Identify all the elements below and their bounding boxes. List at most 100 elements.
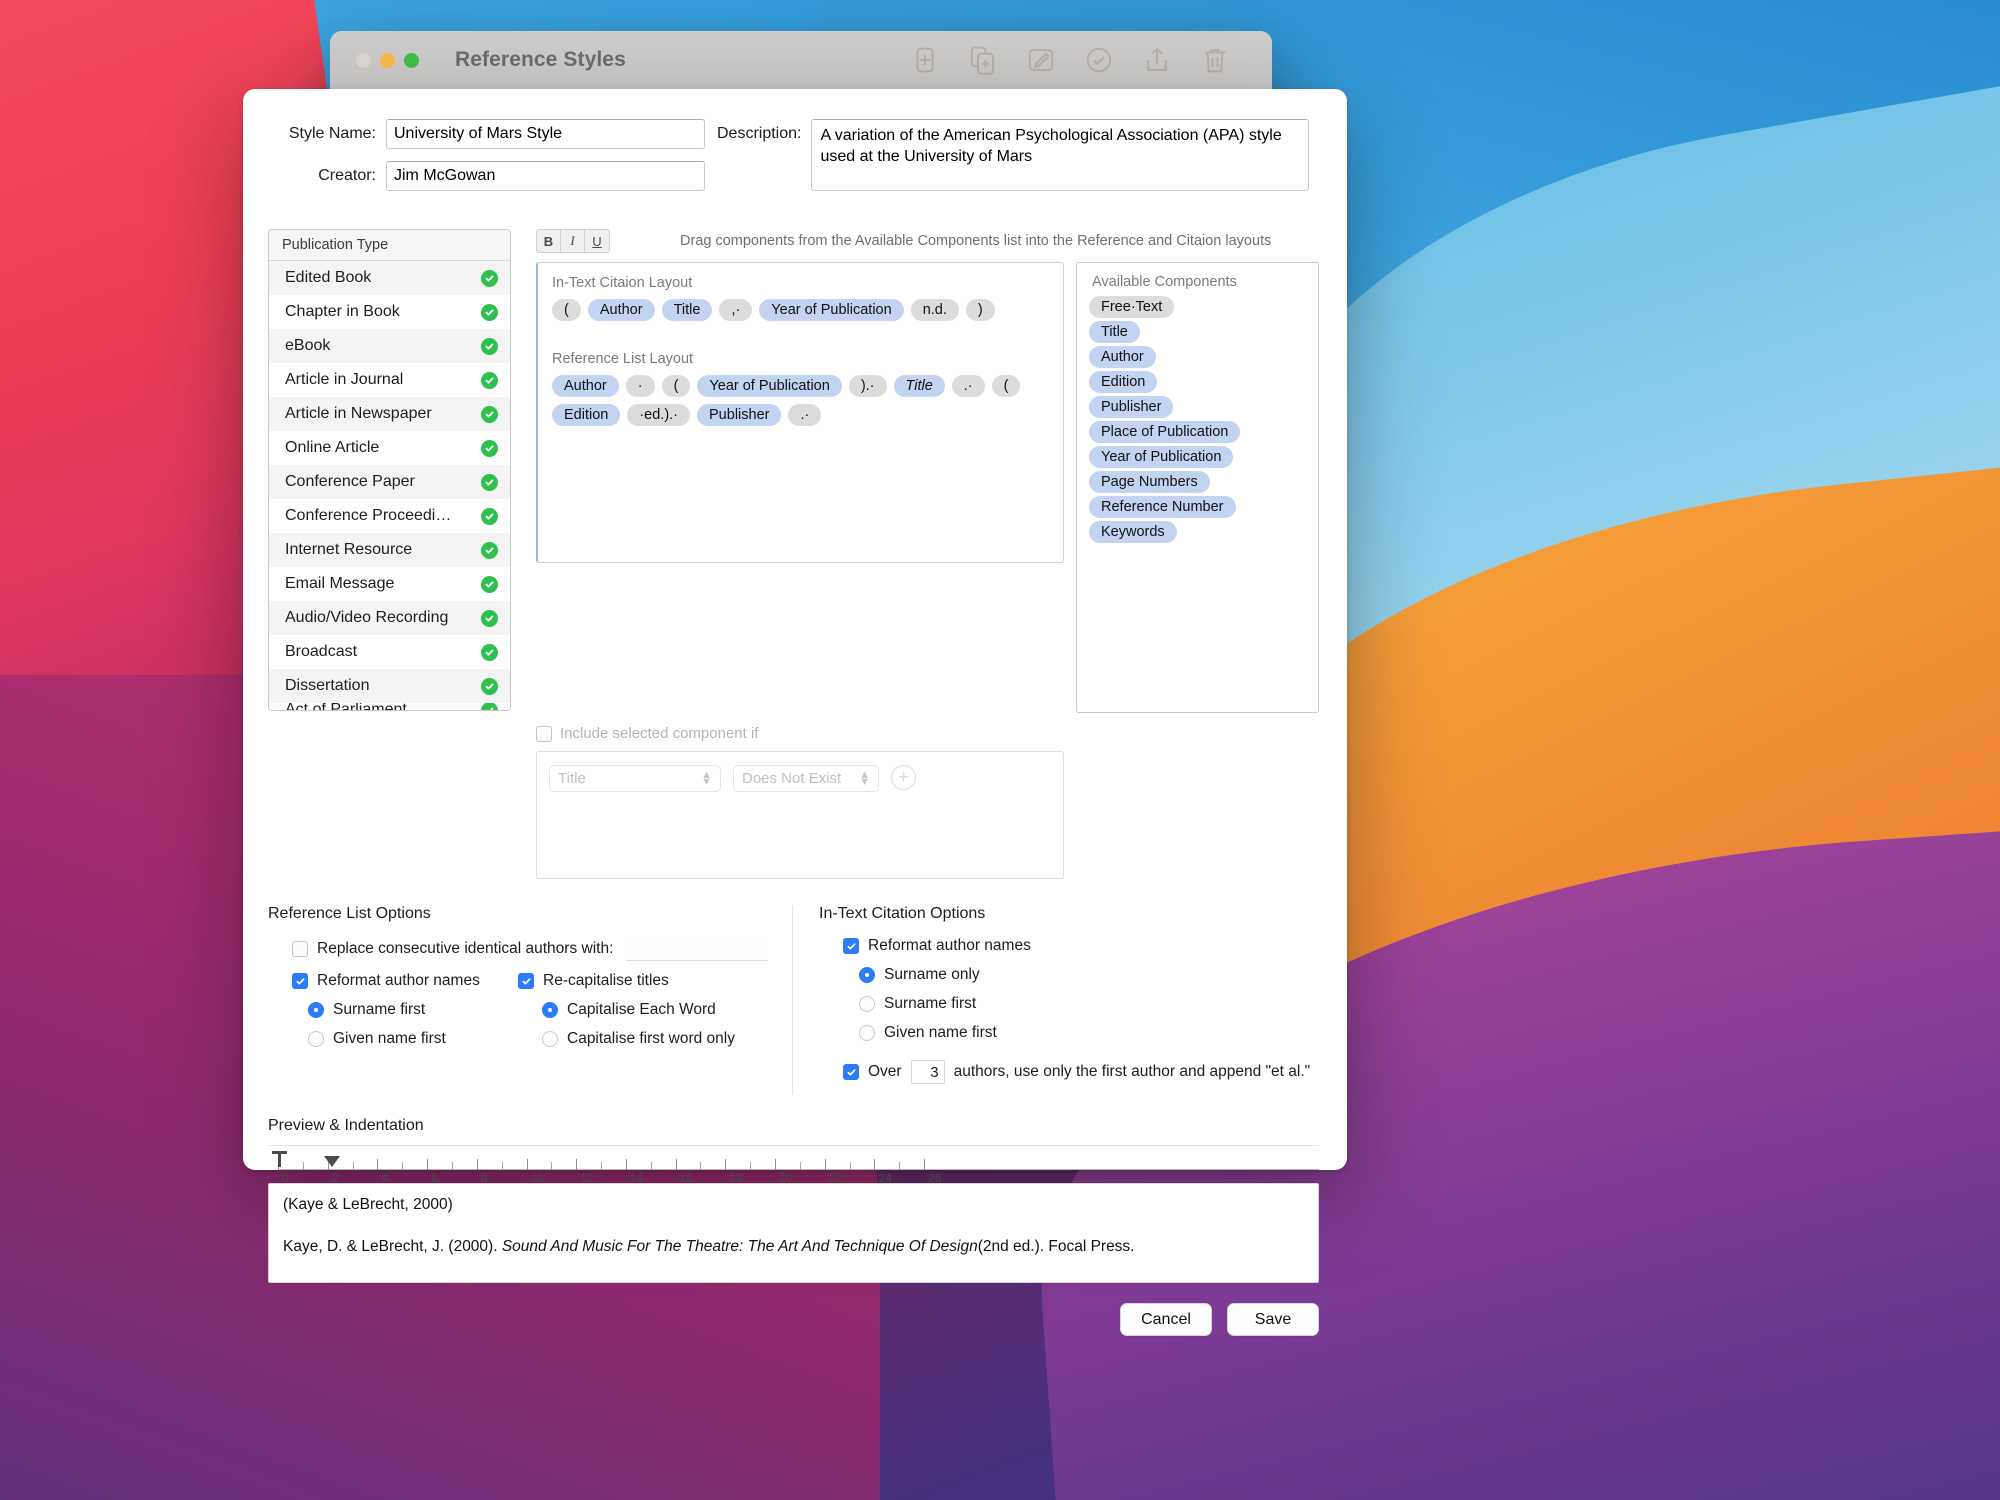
literal-pill[interactable]: ,· xyxy=(719,299,753,321)
capitalise-first-word-radio[interactable] xyxy=(542,1031,558,1047)
enabled-check-icon[interactable] xyxy=(481,405,498,423)
condition-operator-select[interactable]: Does Not Exist ▲ ▼ xyxy=(733,765,879,792)
literal-pill[interactable]: ( xyxy=(552,299,581,321)
publication-type-row[interactable]: Conference Proceedi… xyxy=(269,499,510,533)
italic-button[interactable]: I xyxy=(561,230,585,252)
component-pill[interactable]: Publisher xyxy=(697,404,782,426)
publication-type-row[interactable]: Broadcast xyxy=(269,635,510,669)
available-component-pill[interactable]: Edition xyxy=(1089,371,1158,393)
given-name-first-radio[interactable] xyxy=(308,1031,324,1047)
first-line-indent-marker[interactable] xyxy=(272,1151,287,1167)
reference-pill-row-2[interactable]: Edition ·ed.).· Publisher .· xyxy=(552,404,1049,426)
et-al-checkbox[interactable] xyxy=(843,1064,859,1080)
zoom-button[interactable] xyxy=(404,52,419,68)
literal-pill[interactable]: n.d. xyxy=(910,299,959,321)
enabled-check-icon[interactable] xyxy=(481,541,498,559)
condition-field-select[interactable]: Title ▲ ▼ xyxy=(549,765,721,792)
enabled-check-icon[interactable] xyxy=(481,337,498,355)
replace-authors-row[interactable]: Replace consecutive identical authors wi… xyxy=(268,937,768,961)
available-components-list[interactable]: Free·Text Title Author Edition Publisher Plac… xyxy=(1089,296,1306,543)
component-pill[interactable]: Title xyxy=(893,375,945,397)
publication-type-list[interactable]: Publication Type Edited Book Chapter in B… xyxy=(268,229,511,711)
add-condition-button[interactable]: + xyxy=(891,765,916,790)
close-button[interactable] xyxy=(356,52,371,68)
literal-pill[interactable]: ·ed.).· xyxy=(627,404,691,426)
check-icon[interactable] xyxy=(1084,45,1114,75)
available-component-pill[interactable]: Page Numbers xyxy=(1089,471,1210,493)
hanging-indent-marker[interactable] xyxy=(323,1156,340,1167)
component-pill[interactable]: Year of Publication xyxy=(697,375,842,397)
include-condition-checkbox[interactable] xyxy=(536,725,552,742)
publication-type-row[interactable]: Article in Newspaper xyxy=(269,397,510,431)
cancel-button[interactable]: Cancel xyxy=(1120,1303,1212,1336)
component-pill[interactable]: Title xyxy=(661,299,713,321)
reformat-author-names-checkbox[interactable] xyxy=(292,973,308,989)
text-format-buttons[interactable]: B I U xyxy=(536,229,610,253)
edit-icon[interactable] xyxy=(1026,45,1056,75)
trash-icon[interactable] xyxy=(1200,45,1230,75)
publication-type-row[interactable]: Chapter in Book xyxy=(269,295,510,329)
publication-type-row[interactable]: Article in Journal xyxy=(269,363,510,397)
et-al-row[interactable]: Over 3 authors, use only the first autho… xyxy=(819,1060,1319,1084)
intext-reformat-row[interactable]: Reformat author names xyxy=(819,937,1319,955)
surname-only-radio[interactable] xyxy=(859,967,875,983)
replace-authors-input[interactable] xyxy=(626,937,768,961)
component-pill[interactable]: Edition xyxy=(552,404,621,426)
recapitalise-titles-row[interactable]: Re-capitalise titles xyxy=(518,972,768,990)
publication-type-row[interactable]: Internet Resource xyxy=(269,533,510,567)
description-input[interactable]: A variation of the American Psychologica… xyxy=(811,119,1310,191)
enabled-check-icon[interactable] xyxy=(481,371,498,389)
radio-capitalise-first-word[interactable]: Capitalise first word only xyxy=(518,1030,768,1048)
intext-given-name-first-radio[interactable] xyxy=(859,1025,875,1041)
literal-pill[interactable]: ( xyxy=(661,375,691,397)
minimize-button[interactable] xyxy=(380,52,395,68)
recapitalise-titles-checkbox[interactable] xyxy=(518,973,534,989)
enabled-check-icon[interactable] xyxy=(481,473,498,491)
underline-button[interactable]: U xyxy=(585,230,609,252)
reformat-author-names-row[interactable]: Reformat author names xyxy=(268,972,518,990)
publication-type-row[interactable]: Act of Parliament xyxy=(269,703,510,710)
available-components-panel[interactable]: Available Components Free·Text Title Autho… xyxy=(1076,262,1319,713)
publication-type-row[interactable]: Audio/Video Recording xyxy=(269,601,510,635)
component-pill[interactable]: Year of Publication xyxy=(759,299,904,321)
enabled-check-icon[interactable] xyxy=(481,677,498,695)
available-component-pill[interactable]: Keywords xyxy=(1089,521,1177,543)
publication-type-row[interactable]: Conference Paper xyxy=(269,465,510,499)
available-component-pill[interactable]: Author xyxy=(1089,346,1156,368)
publication-type-rows[interactable]: Edited Book Chapter in Book eBook Article i… xyxy=(269,261,510,710)
available-component-pill[interactable]: Reference Number xyxy=(1089,496,1236,518)
surname-first-radio[interactable] xyxy=(308,1002,324,1018)
enabled-check-icon[interactable] xyxy=(481,643,498,661)
include-condition-row[interactable]: Include selected component if xyxy=(536,725,1064,742)
available-component-pill[interactable]: Title xyxy=(1089,321,1140,343)
reference-pill-row-1[interactable]: Author · (Year of Publication).· Title .· ( xyxy=(552,375,1049,397)
literal-pill[interactable]: ).· xyxy=(848,375,887,397)
layout-canvas[interactable]: In-Text Citaion Layout (Author Title ,· Yea… xyxy=(536,262,1064,563)
in-text-pill-row[interactable]: (Author Title ,· Year of Publication n.d.) xyxy=(552,299,1049,321)
component-pill[interactable]: Author xyxy=(552,375,619,397)
intext-surname-first-radio[interactable] xyxy=(859,996,875,1012)
available-component-pill[interactable]: Year of Publication xyxy=(1089,446,1234,468)
et-al-count-input[interactable]: 3 xyxy=(910,1060,945,1084)
enabled-check-icon[interactable] xyxy=(481,703,498,710)
indentation-ruler[interactable]: 0 2 4 6 8 10 12 14 16 18 20 22 24 26 xyxy=(268,1145,1319,1185)
radio-surname-first[interactable]: Surname first xyxy=(268,1001,518,1019)
save-button[interactable]: Save xyxy=(1227,1303,1319,1336)
literal-pill[interactable]: ( xyxy=(991,375,1021,397)
intext-reformat-checkbox[interactable] xyxy=(843,938,859,954)
share-icon[interactable] xyxy=(1142,45,1172,75)
literal-pill[interactable]: .· xyxy=(788,404,822,426)
publication-type-row[interactable]: Online Article xyxy=(269,431,510,465)
available-component-pill[interactable]: Publisher xyxy=(1089,396,1174,418)
replace-authors-checkbox[interactable] xyxy=(292,941,308,957)
radio-capitalise-each-word[interactable]: Capitalise Each Word xyxy=(518,1001,768,1019)
publication-type-row[interactable]: Dissertation xyxy=(269,669,510,703)
enabled-check-icon[interactable] xyxy=(481,507,498,525)
component-pill[interactable]: Author xyxy=(587,299,655,321)
radio-given-name-first[interactable]: Given name first xyxy=(268,1030,518,1048)
literal-pill[interactable]: · xyxy=(625,375,655,397)
add-icon[interactable] xyxy=(910,45,940,75)
duplicate-icon[interactable] xyxy=(968,45,998,75)
publication-type-row[interactable]: Edited Book xyxy=(269,261,510,295)
creator-input[interactable]: Jim McGowan xyxy=(386,161,705,191)
